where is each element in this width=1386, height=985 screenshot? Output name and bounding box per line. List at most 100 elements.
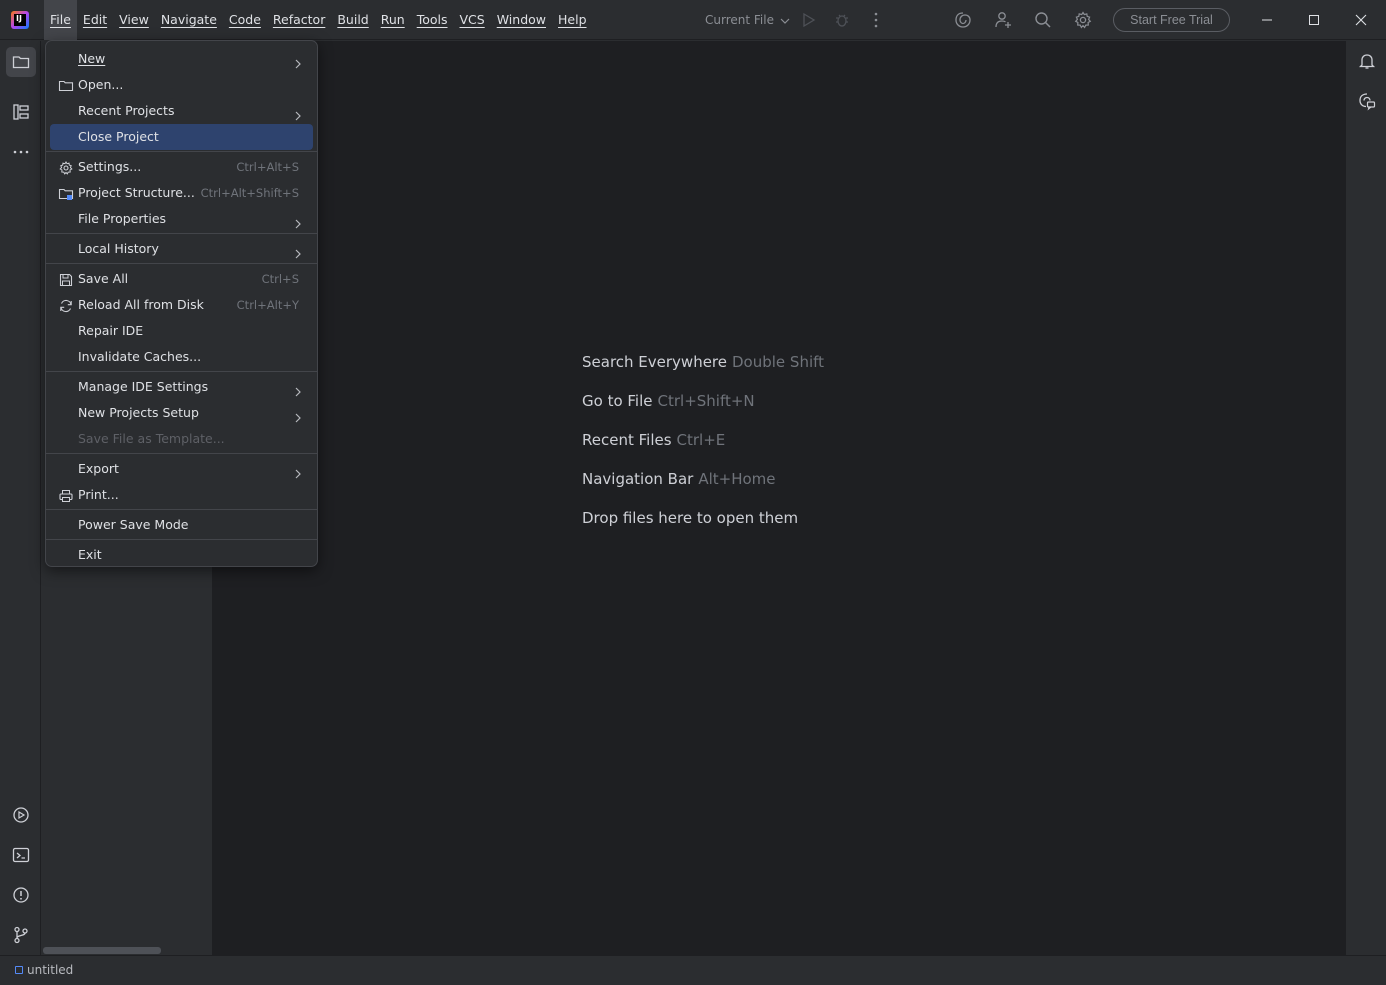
menu-item-label: Power Save Mode <box>78 517 189 532</box>
printer-icon <box>58 487 74 503</box>
menu-window[interactable]: Window <box>491 0 552 40</box>
minimize-button[interactable] <box>1244 0 1290 40</box>
close-icon <box>1355 14 1367 26</box>
run-configuration-label: Current File <box>705 13 774 27</box>
menu-refactor[interactable]: Refactor <box>267 0 331 40</box>
git-tool-button[interactable] <box>6 920 36 950</box>
submenu-arrow-icon <box>293 213 303 229</box>
menu-item-label: Save All <box>78 271 129 286</box>
file-menu-repair-ide[interactable]: Repair IDE <box>50 318 313 344</box>
menu-separator <box>46 371 317 372</box>
git-branch-icon <box>14 926 28 944</box>
submenu-arrow-icon <box>293 381 303 397</box>
hint-navigation-bar: Navigation Bar Alt+Home <box>582 470 824 509</box>
submenu-arrow-icon <box>293 407 303 423</box>
submenu-arrow-icon <box>293 463 303 479</box>
file-menu-exit[interactable]: Exit <box>50 542 313 568</box>
terminal-icon <box>12 847 30 863</box>
menu-item-label: Project Structure... <box>78 185 195 200</box>
menu-build[interactable]: Build <box>331 0 374 40</box>
ai-chat-tool-button[interactable] <box>1352 86 1382 116</box>
hint-search-everywhere: Search Everywhere Double Shift <box>582 353 824 392</box>
hint-shortcut: Double Shift <box>732 353 825 371</box>
file-menu-print[interactable]: Print... <box>50 482 313 508</box>
title-bar: IJ File Edit View Navigate Code Refactor… <box>0 0 1386 40</box>
menu-separator <box>46 263 317 264</box>
menu-code[interactable]: Code <box>223 0 267 40</box>
file-menu-new[interactable]: New <box>50 46 313 72</box>
start-free-trial-button[interactable]: Start Free Trial <box>1113 8 1230 32</box>
menu-item-label: Recent Projects <box>78 103 175 118</box>
hint-action: Navigation Bar <box>582 470 694 488</box>
right-tool-strip <box>1345 41 1386 955</box>
menu-vcs[interactable]: VCS <box>454 0 491 40</box>
menu-run[interactable]: Run <box>375 0 411 40</box>
status-project-name[interactable]: untitled <box>27 963 73 977</box>
file-menu-manage-ide-settings[interactable]: Manage IDE Settings <box>50 374 313 400</box>
file-menu-new-projects-setup[interactable]: New Projects Setup <box>50 400 313 426</box>
menu-item-label: Export <box>78 461 119 476</box>
bell-icon <box>1358 54 1376 69</box>
submenu-arrow-icon <box>293 53 303 69</box>
file-menu-file-properties[interactable]: File Properties <box>50 206 313 232</box>
status-bar: untitled <box>0 955 1386 985</box>
ai-assistant-icon[interactable] <box>953 10 973 30</box>
file-menu-local-history[interactable]: Local History <box>50 236 313 262</box>
menu-navigate[interactable]: Navigate <box>155 0 223 40</box>
horizontal-scrollbar[interactable] <box>43 947 161 954</box>
menu-separator <box>46 151 317 152</box>
ai-chat-icon <box>1359 93 1376 111</box>
notifications-tool-button[interactable] <box>1352 46 1382 76</box>
menu-item-label: Settings... <box>78 159 142 174</box>
add-user-icon[interactable] <box>993 10 1013 30</box>
file-menu-save-all[interactable]: Save All Ctrl+S <box>50 266 313 292</box>
menu-item-shortcut: Ctrl+Alt+Y <box>236 298 299 312</box>
hint-action: Go to File <box>582 392 653 410</box>
folder-icon <box>58 77 74 93</box>
menu-help[interactable]: Help <box>552 0 593 40</box>
close-window-button[interactable] <box>1338 0 1384 40</box>
file-menu-project-structure[interactable]: Project Structure... Ctrl+Alt+Shift+S <box>50 180 313 206</box>
menu-item-shortcut: Ctrl+S <box>261 272 299 286</box>
hint-action: Search Everywhere <box>582 353 727 371</box>
more-actions-icon[interactable] <box>866 10 886 30</box>
services-tool-button[interactable] <box>6 800 36 830</box>
menu-tools[interactable]: Tools <box>411 0 454 40</box>
menu-edit[interactable]: Edit <box>77 0 113 40</box>
search-icon[interactable] <box>1033 10 1053 30</box>
file-menu-invalidate-caches[interactable]: Invalidate Caches... <box>50 344 313 370</box>
file-menu-settings[interactable]: Settings... Ctrl+Alt+S <box>50 154 313 180</box>
menu-view[interactable]: View <box>113 0 155 40</box>
run-configuration-selector[interactable]: Current File <box>705 0 790 40</box>
hint-recent-files: Recent Files Ctrl+E <box>582 431 824 470</box>
debug-icon[interactable] <box>832 10 852 30</box>
menu-item-label: New Projects Setup <box>78 405 199 420</box>
file-menu-reload-all[interactable]: Reload All from Disk Ctrl+Alt+Y <box>50 292 313 318</box>
maximize-icon <box>1309 15 1319 25</box>
editor-empty-hints: Search Everywhere Double Shift Go to File… <box>582 353 824 548</box>
services-icon <box>13 807 29 823</box>
menu-file[interactable]: File <box>44 0 77 40</box>
menu-item-label: Reload All from Disk <box>78 297 204 312</box>
file-menu-export[interactable]: Export <box>50 456 313 482</box>
file-menu-close-project[interactable]: Close Project <box>50 124 313 150</box>
submenu-arrow-icon <box>293 105 303 121</box>
gear-icon[interactable] <box>1073 10 1093 30</box>
more-tool-windows-button[interactable] <box>6 137 36 167</box>
structure-tool-button[interactable] <box>6 97 36 127</box>
menu-separator <box>46 233 317 234</box>
menu-item-label: Exit <box>78 547 102 562</box>
file-menu-open[interactable]: Open... <box>50 72 313 98</box>
editor-area[interactable]: Search Everywhere Double Shift Go to File… <box>213 41 1345 955</box>
run-icon[interactable] <box>798 10 818 30</box>
maximize-button[interactable] <box>1291 0 1337 40</box>
problems-tool-button[interactable] <box>6 880 36 910</box>
project-tool-button[interactable] <box>6 47 36 77</box>
file-menu-power-save-mode[interactable]: Power Save Mode <box>50 512 313 538</box>
terminal-tool-button[interactable] <box>6 840 36 870</box>
hint-action: Drop files here to open them <box>582 509 799 527</box>
file-menu-recent-projects[interactable]: Recent Projects <box>50 98 313 124</box>
submenu-arrow-icon <box>293 243 303 259</box>
project-module-icon <box>15 966 23 974</box>
intellij-logo-icon[interactable]: IJ <box>11 11 29 29</box>
